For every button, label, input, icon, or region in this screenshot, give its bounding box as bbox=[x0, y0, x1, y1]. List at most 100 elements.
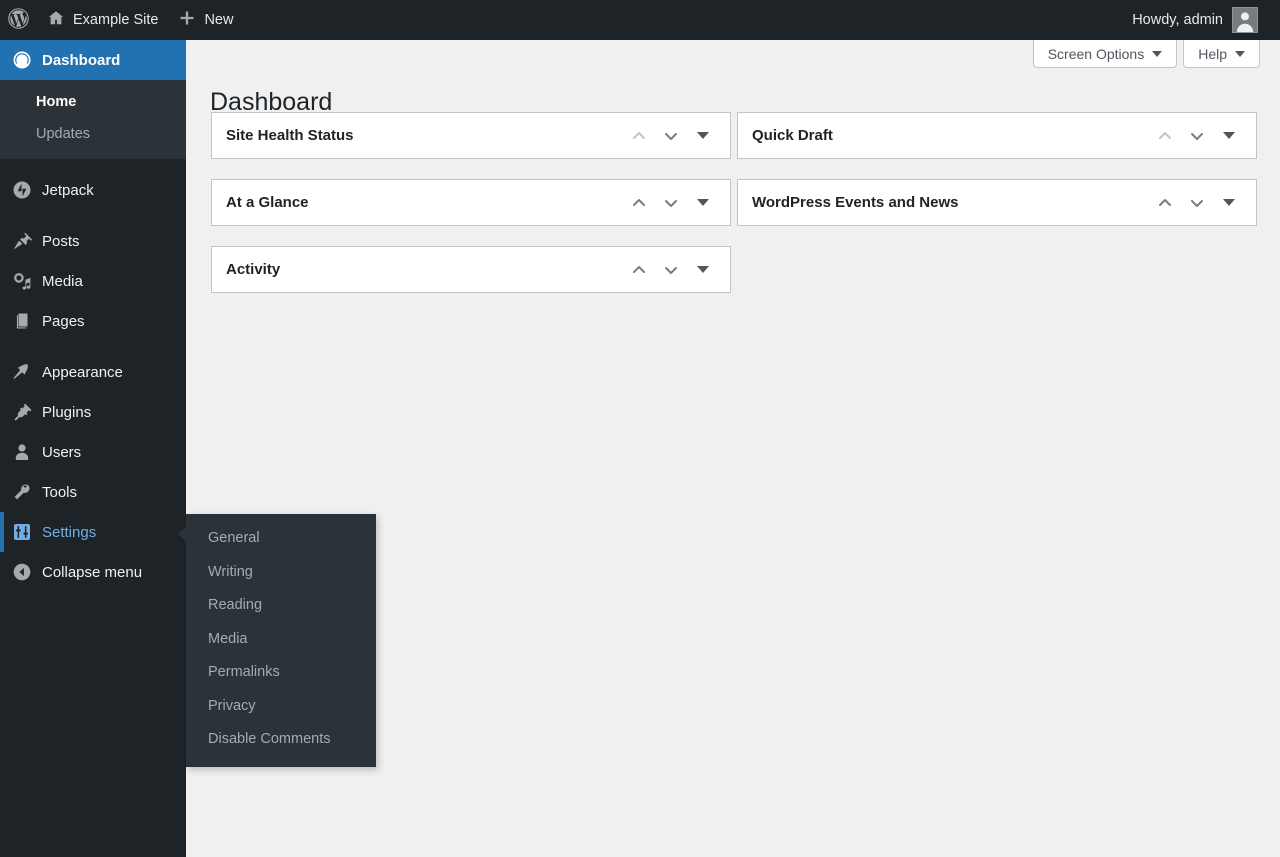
sidebar-item-label: Settings bbox=[42, 523, 97, 541]
move-down-button[interactable] bbox=[656, 121, 686, 151]
help-button[interactable]: Help bbox=[1183, 40, 1260, 68]
wordpress-logo-icon bbox=[8, 7, 29, 33]
widget-controls bbox=[1150, 121, 1244, 151]
sidebar-item-label: Dashboard bbox=[42, 51, 121, 69]
pages-icon bbox=[12, 311, 32, 331]
widget-controls bbox=[1150, 188, 1244, 218]
submenu-item-writing[interactable]: Writing bbox=[186, 556, 376, 590]
toggle-panel-button[interactable] bbox=[1214, 121, 1244, 151]
sidebar-item-jetpack[interactable]: Jetpack bbox=[0, 170, 186, 210]
triangle-down-icon bbox=[1223, 199, 1235, 206]
sidebar-item-label: Pages bbox=[42, 312, 85, 330]
submenu-item-updates[interactable]: Updates bbox=[0, 119, 186, 151]
paintbrush-icon bbox=[12, 362, 32, 382]
widget-header: WordPress Events and News bbox=[738, 180, 1256, 225]
collapse-menu-label: Collapse menu bbox=[42, 563, 143, 581]
howdy-label: Howdy, admin bbox=[1132, 12, 1223, 28]
move-down-button[interactable] bbox=[1182, 121, 1212, 151]
sidebar-item-pages[interactable]: Pages bbox=[0, 301, 186, 341]
widget-controls bbox=[624, 255, 718, 285]
user-icon bbox=[12, 442, 32, 462]
toggle-panel-button[interactable] bbox=[1214, 188, 1244, 218]
submenu-item-permalinks[interactable]: Permalinks bbox=[186, 656, 376, 690]
my-account-menu-item[interactable]: Howdy, admin bbox=[1122, 0, 1268, 40]
move-down-button[interactable] bbox=[656, 255, 686, 285]
screen-options-button[interactable]: Screen Options bbox=[1032, 40, 1178, 68]
widget-controls bbox=[624, 188, 718, 218]
sidebar-item-plugins[interactable]: Plugins bbox=[0, 392, 186, 432]
move-up-button[interactable] bbox=[624, 121, 654, 151]
widget-header: At a Glance bbox=[212, 180, 730, 225]
collapse-arrow-icon bbox=[12, 562, 32, 582]
sidebar-item-users[interactable]: Users bbox=[0, 432, 186, 472]
settings-flyout-submenu: General Writing Reading Media Permalinks… bbox=[178, 514, 376, 767]
sidebar-item-dashboard[interactable]: Dashboard bbox=[0, 40, 194, 80]
submenu-item-home[interactable]: Home bbox=[0, 87, 186, 119]
widget-at-a-glance: At a Glance bbox=[211, 179, 731, 226]
collapse-menu-button[interactable]: Collapse menu bbox=[0, 552, 186, 592]
widget-header: Site Health Status bbox=[212, 113, 730, 158]
sidebar-item-label: Plugins bbox=[42, 403, 92, 421]
plug-icon bbox=[12, 402, 32, 422]
menu-separator bbox=[0, 210, 186, 222]
dashboard-column-left: Site Health Status At a Glance Activity bbox=[211, 112, 731, 313]
submenu-item-media[interactable]: Media bbox=[186, 623, 376, 657]
triangle-down-icon bbox=[697, 199, 709, 206]
sidebar-item-tools[interactable]: Tools bbox=[0, 472, 186, 512]
widget-title: Quick Draft bbox=[752, 127, 833, 144]
widget-activity: Activity bbox=[211, 246, 731, 293]
triangle-down-icon bbox=[697, 132, 709, 139]
current-menu-arrow-icon bbox=[186, 52, 194, 68]
widget-title: At a Glance bbox=[226, 194, 309, 211]
submenu-item-disable-comments[interactable]: Disable Comments bbox=[186, 723, 376, 757]
jetpack-icon bbox=[12, 180, 32, 200]
move-up-button[interactable] bbox=[624, 255, 654, 285]
move-up-button[interactable] bbox=[624, 188, 654, 218]
dashboard-column-right: Quick Draft WordPress Events and News bbox=[737, 112, 1257, 246]
flyout-notch-icon bbox=[178, 526, 186, 542]
home-icon bbox=[47, 9, 65, 31]
submenu-item-privacy[interactable]: Privacy bbox=[186, 690, 376, 724]
move-up-button[interactable] bbox=[1150, 121, 1180, 151]
submenu-item-general[interactable]: General bbox=[186, 522, 376, 556]
triangle-down-icon bbox=[1223, 132, 1235, 139]
toggle-panel-button[interactable] bbox=[688, 121, 718, 151]
widget-header: Quick Draft bbox=[738, 113, 1256, 158]
chevron-down-icon bbox=[1152, 51, 1163, 57]
toggle-panel-button[interactable] bbox=[688, 255, 718, 285]
sidebar-item-media[interactable]: Media bbox=[0, 261, 186, 301]
move-down-button[interactable] bbox=[656, 188, 686, 218]
widget-site-health-status: Site Health Status bbox=[211, 112, 731, 159]
submenu-item-reading[interactable]: Reading bbox=[186, 589, 376, 623]
dashboard-icon bbox=[12, 50, 32, 70]
widget-title: WordPress Events and News bbox=[752, 194, 959, 211]
screen-meta-links: Screen Options Help bbox=[1032, 40, 1260, 68]
site-name-label: Example Site bbox=[73, 12, 159, 28]
pin-icon bbox=[12, 231, 32, 251]
media-icon bbox=[12, 271, 32, 291]
sidebar-item-appearance[interactable]: Appearance bbox=[0, 352, 186, 392]
admin-bar: Example Site New Howdy, admin bbox=[0, 0, 1280, 40]
widget-wordpress-events-and-news: WordPress Events and News bbox=[737, 179, 1257, 226]
wp-logo-menu-item[interactable] bbox=[0, 0, 37, 40]
sidebar-item-posts[interactable]: Posts bbox=[0, 221, 186, 261]
site-name-menu-item[interactable]: Example Site bbox=[37, 0, 168, 40]
sidebar-item-label: Posts bbox=[42, 232, 80, 250]
menu-separator bbox=[0, 159, 186, 171]
new-content-menu-item[interactable]: New bbox=[168, 0, 243, 40]
avatar bbox=[1232, 7, 1258, 33]
widget-quick-draft: Quick Draft bbox=[737, 112, 1257, 159]
widget-title: Site Health Status bbox=[226, 127, 354, 144]
move-down-button[interactable] bbox=[1182, 188, 1212, 218]
wrench-icon bbox=[12, 482, 32, 502]
sidebar-item-label: Appearance bbox=[42, 363, 123, 381]
toggle-panel-button[interactable] bbox=[688, 188, 718, 218]
widget-title: Activity bbox=[226, 261, 281, 278]
sidebar-item-settings[interactable]: Settings bbox=[0, 512, 194, 553]
settings-sliders-icon bbox=[12, 522, 32, 542]
widget-controls bbox=[624, 121, 718, 151]
help-label: Help bbox=[1198, 45, 1227, 62]
new-content-label: New bbox=[204, 12, 234, 28]
move-up-button[interactable] bbox=[1150, 188, 1180, 218]
sidebar-item-label: Jetpack bbox=[42, 181, 94, 199]
